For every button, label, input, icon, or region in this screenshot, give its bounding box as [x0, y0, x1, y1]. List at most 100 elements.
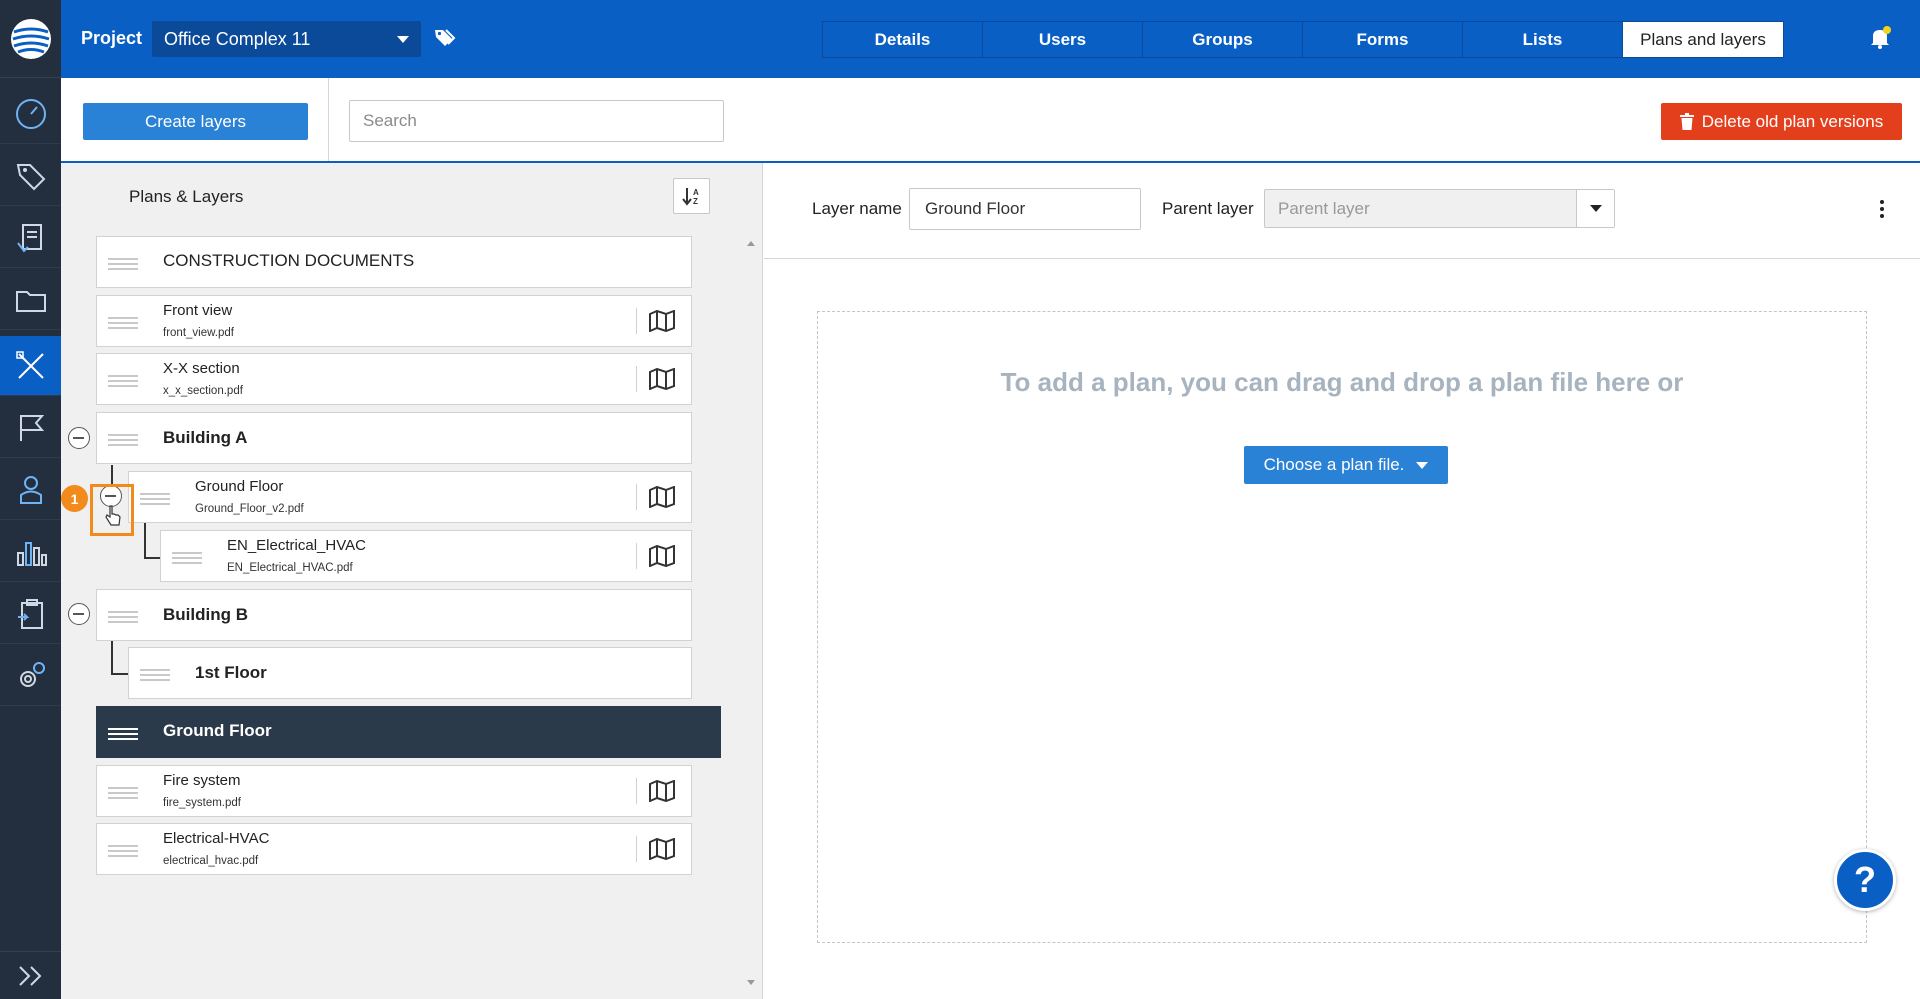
search-input[interactable]: Search [349, 100, 724, 142]
drag-handle-icon[interactable] [108, 845, 138, 857]
tab-forms[interactable]: Forms [1303, 22, 1463, 57]
svg-text:Z: Z [693, 197, 698, 206]
choose-plan-file-button[interactable]: Choose a plan file. [1244, 446, 1448, 484]
rail-checklists[interactable] [0, 584, 61, 644]
map-icon[interactable] [649, 838, 675, 860]
tree-row-layer[interactable]: Building A [96, 412, 692, 464]
row-title: Ground Floor [163, 721, 272, 740]
drag-handle-icon[interactable] [172, 552, 202, 564]
layer-detail-panel: Layer name Ground Floor Parent layer Par… [764, 163, 1920, 999]
map-icon[interactable] [649, 310, 675, 332]
plan-file-name: fire_system.pdf [163, 797, 241, 809]
plan-file-name: EN_Electrical_HVAC.pdf [227, 562, 353, 574]
chevron-down-icon[interactable] [1576, 190, 1614, 227]
notification-bell-icon[interactable] [1868, 26, 1892, 50]
row-divider [636, 366, 637, 392]
rail-plans[interactable] [0, 336, 61, 396]
delete-old-plan-versions-button[interactable]: Delete old plan versions [1661, 103, 1902, 140]
drag-handle-icon[interactable] [108, 728, 138, 740]
rail-files[interactable] [0, 270, 61, 330]
rail-tags[interactable] [0, 146, 61, 206]
delete-button-label: Delete old plan versions [1701, 111, 1884, 131]
trash-icon [1679, 113, 1694, 130]
more-options-icon[interactable] [1880, 200, 1884, 218]
tree-row-plan[interactable]: Ground Floor Ground_Floor_v2.pdf [128, 471, 692, 523]
collapse-building-b-icon[interactable] [68, 603, 90, 625]
plan-file-name: front_view.pdf [163, 327, 234, 339]
tree-row-plan[interactable]: Front view front_view.pdf [96, 295, 692, 347]
tab-users[interactable]: Users [983, 22, 1143, 57]
plan-name: Front view [163, 302, 233, 319]
sort-button[interactable]: AZ [673, 178, 710, 214]
map-icon[interactable] [649, 486, 675, 508]
rail-statistics[interactable] [0, 522, 61, 582]
plan-name: Electrical-HVAC [163, 830, 270, 847]
tree-row-layer-selected[interactable]: Ground Floor [96, 706, 721, 758]
collapse-building-a-icon[interactable] [68, 427, 90, 449]
drag-handle-icon[interactable] [108, 787, 138, 799]
drag-handle-icon[interactable] [108, 258, 138, 270]
row-divider [636, 836, 637, 862]
app-logo[interactable] [0, 0, 61, 78]
create-layers-button[interactable]: Create layers [83, 103, 308, 140]
map-icon[interactable] [649, 368, 675, 390]
tree-row-plan[interactable]: EN_Electrical_HVAC EN_Electrical_HVAC.pd… [160, 530, 692, 582]
drag-handle-icon[interactable] [108, 611, 138, 623]
tree-row-plan[interactable]: Fire system fire_system.pdf [96, 765, 692, 817]
toolbar-divider [328, 78, 329, 161]
tab-details[interactable]: Details [823, 22, 983, 57]
rail-users[interactable] [0, 460, 61, 520]
plan-name: X-X section [163, 360, 240, 377]
map-icon[interactable] [649, 545, 675, 567]
dashboard-gauge-icon [15, 98, 46, 129]
project-select-value: Office Complex 11 [164, 29, 311, 49]
tree-row-plan[interactable]: Electrical-HVAC electrical_hvac.pdf [96, 823, 692, 875]
choose-plan-file-label: Choose a plan file. [1263, 455, 1405, 474]
folder-icon [15, 290, 46, 312]
rail-settings[interactable] [0, 646, 61, 706]
rail-reports[interactable] [0, 208, 61, 268]
flag-icon [19, 414, 44, 441]
row-title: Building A [163, 428, 248, 447]
project-label: Project [81, 28, 143, 48]
scroll-up-arrow-icon[interactable] [747, 241, 755, 246]
tree-row-layer[interactable]: 1st Floor [128, 647, 692, 699]
project-select[interactable]: Office Complex 11 [152, 21, 421, 57]
row-title: 1st Floor [195, 663, 267, 682]
plan-name: Ground Floor [195, 478, 284, 495]
plan-drop-zone[interactable]: To add a plan, you can drag and drop a p… [817, 311, 1867, 943]
settings-gear-icon [19, 661, 45, 687]
help-button[interactable]: ? [1834, 849, 1896, 911]
drag-handle-icon[interactable] [108, 317, 138, 329]
tree-row-plan[interactable]: X-X section x_x_section.pdf [96, 353, 692, 405]
rail-flags[interactable] [0, 398, 61, 458]
row-title: Building B [163, 605, 248, 624]
plan-file-name: electrical_hvac.pdf [163, 855, 259, 867]
tab-plans-and-layers[interactable]: Plans and layers [1623, 22, 1783, 57]
tab-groups[interactable]: Groups [1143, 22, 1303, 57]
drag-handle-icon[interactable] [108, 434, 138, 446]
layer-name-input[interactable]: Ground Floor [909, 188, 1141, 230]
project-tags-icon[interactable] [434, 28, 456, 50]
plan-name: Fire system [163, 772, 241, 789]
tree-connector [111, 673, 128, 675]
row-divider [636, 778, 637, 804]
hand-cursor-icon [105, 505, 121, 526]
drag-handle-icon[interactable] [108, 375, 138, 387]
step-number-badge: 1 [61, 485, 88, 512]
rail-dashboard[interactable] [0, 84, 61, 144]
parent-layer-label: Parent layer [1162, 199, 1254, 218]
tree-connector [111, 641, 113, 675]
tab-lists[interactable]: Lists [1463, 22, 1623, 57]
tree-row-group[interactable]: CONSTRUCTION DOCUMENTS [96, 236, 692, 288]
tree-row-layer[interactable]: Building B [96, 589, 692, 641]
expand-rail-button[interactable] [0, 951, 61, 999]
row-divider [636, 308, 637, 334]
drag-handle-icon[interactable] [140, 669, 170, 681]
scroll-down-arrow-icon[interactable] [747, 980, 755, 985]
double-chevron-right-icon [18, 965, 41, 986]
map-icon[interactable] [649, 780, 675, 802]
parent-layer-select[interactable]: Parent layer [1264, 189, 1615, 228]
drop-zone-text: To add a plan, you can drag and drop a p… [1000, 367, 1684, 397]
drag-handle-icon[interactable] [140, 493, 170, 505]
